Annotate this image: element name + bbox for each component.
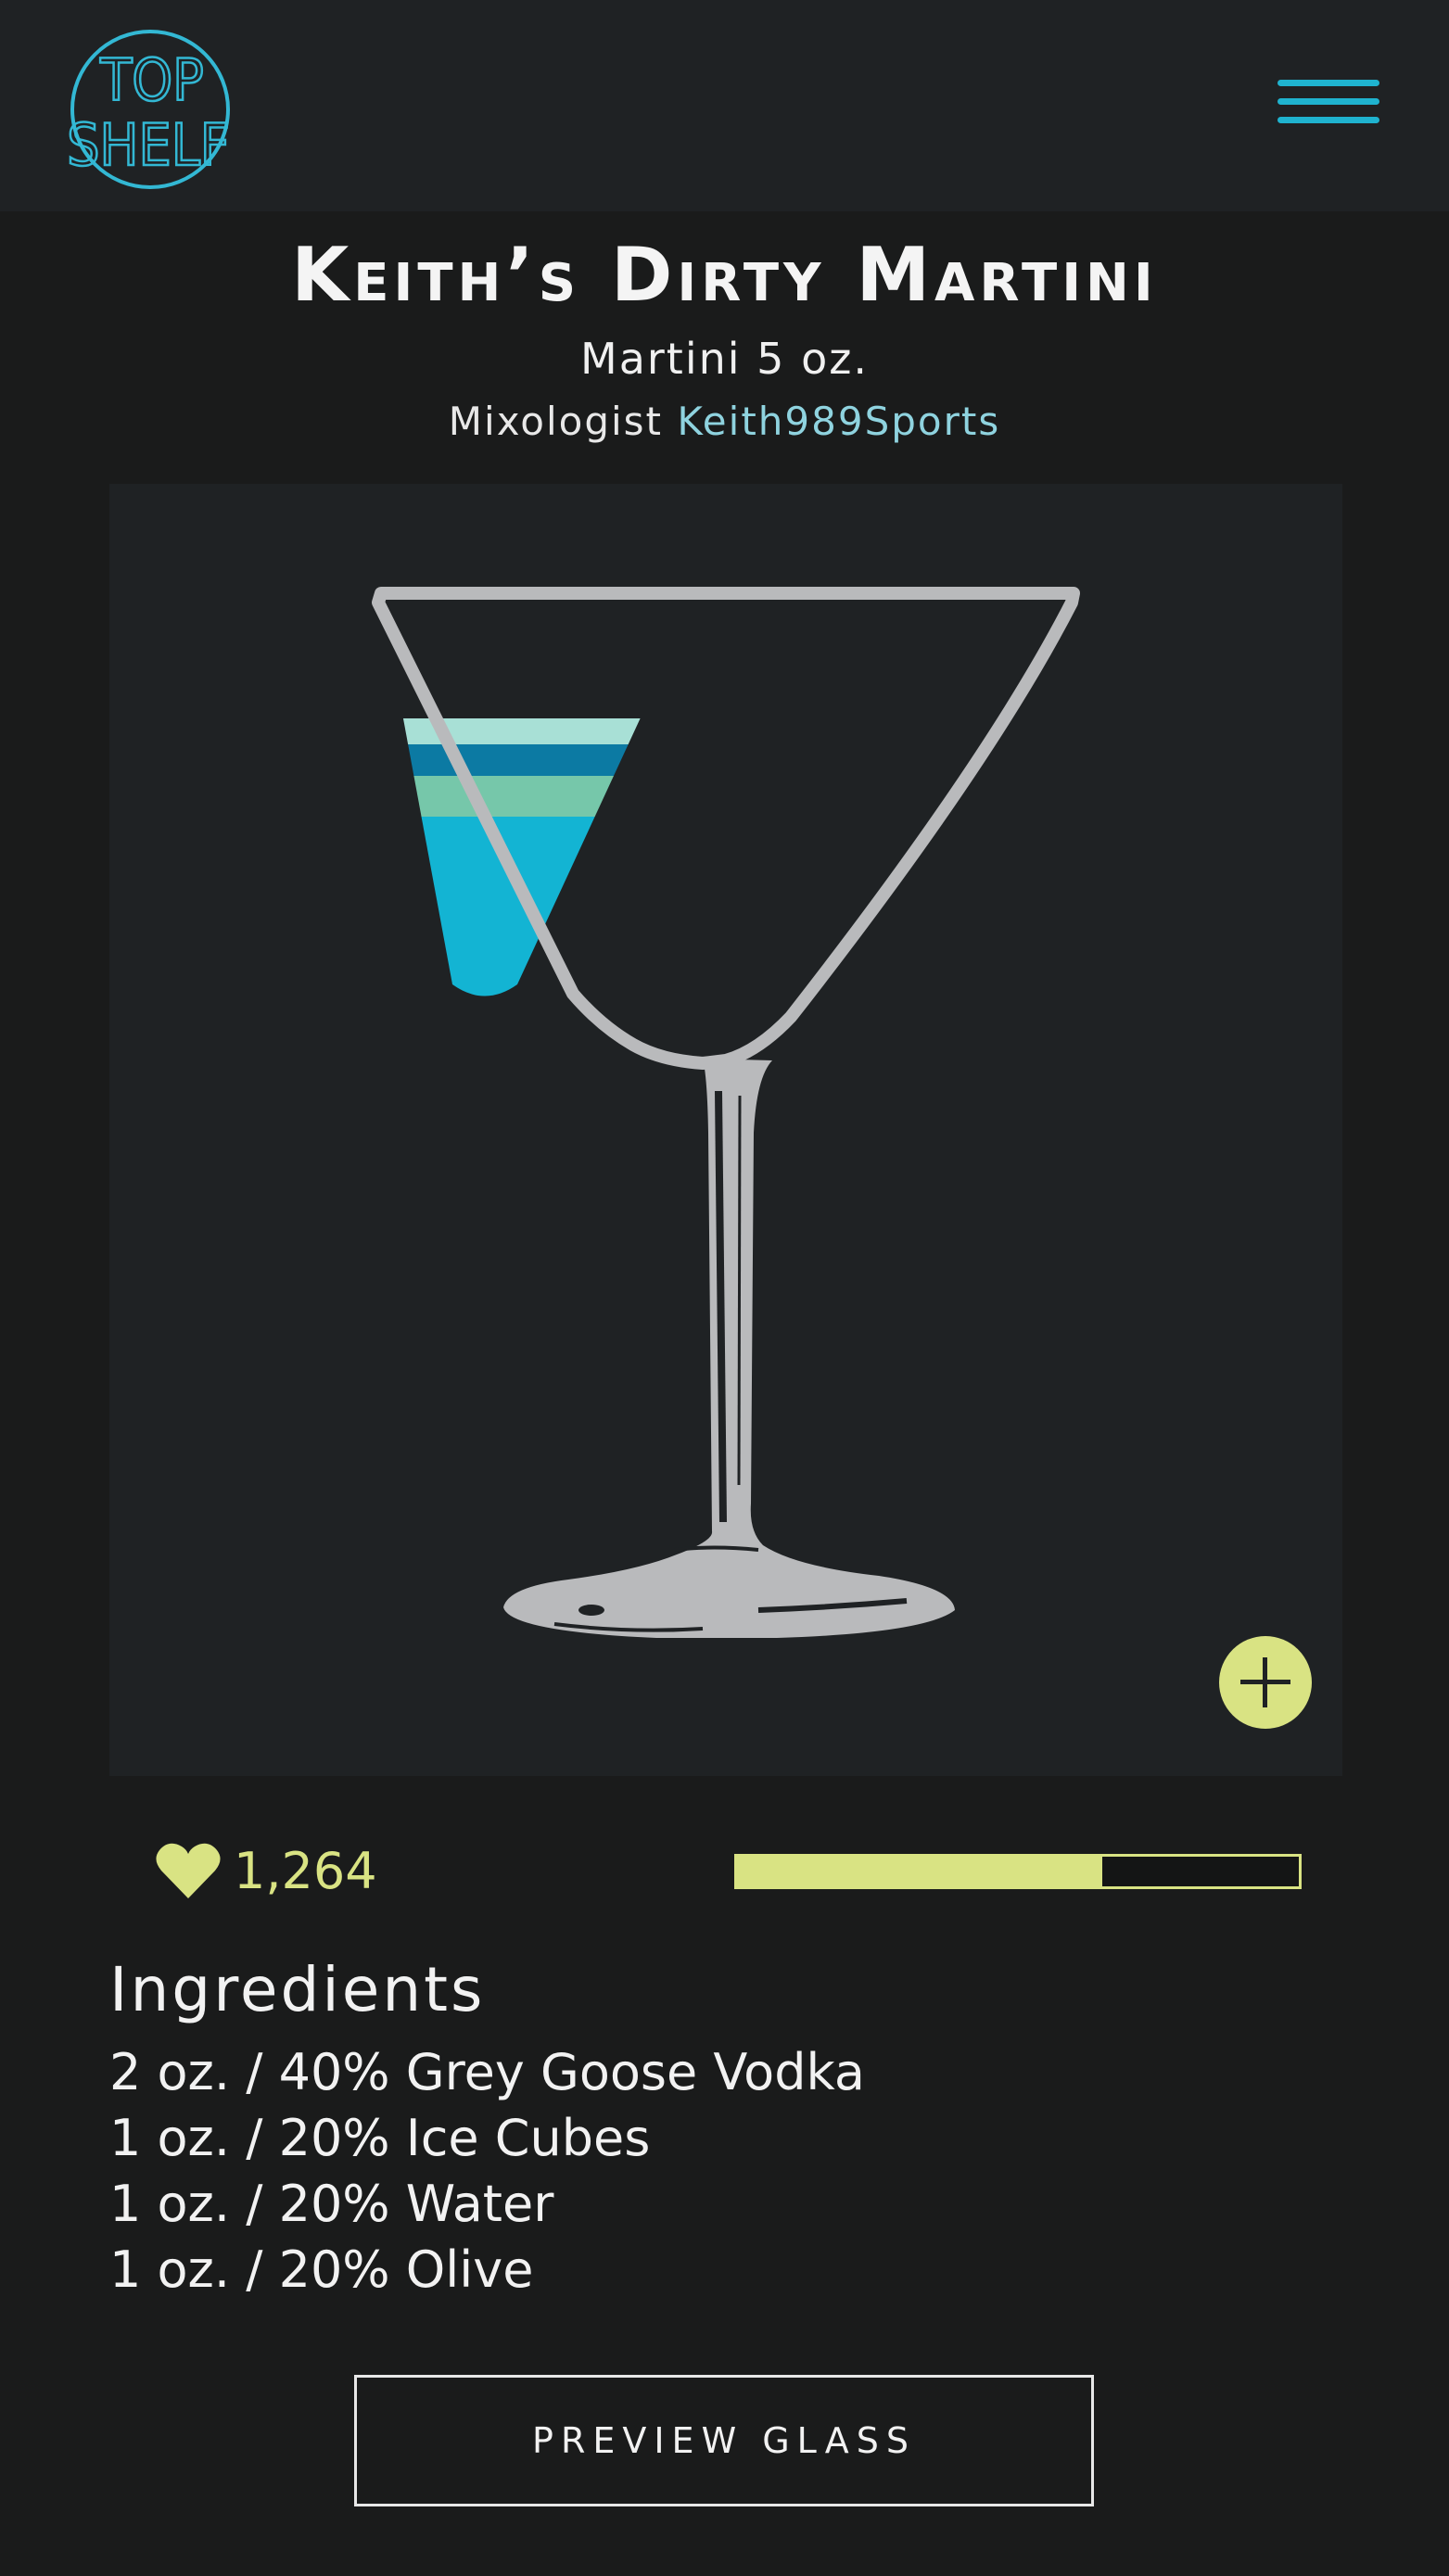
martini-glass-illustration xyxy=(372,587,1080,1638)
rating-bar xyxy=(734,1854,1302,1889)
ingredient-item: 1 oz. / 20% Olive xyxy=(109,2240,534,2299)
top-shelf-logo[interactable]: TOP SHELF xyxy=(69,28,232,191)
mixologist-label: Mixologist xyxy=(448,399,663,444)
rating-bar-fill xyxy=(737,1857,1102,1886)
ingredients-list: 2 oz. / 40% Grey Goose Vodka 1 oz. / 20%… xyxy=(109,2039,865,2303)
ingredient-item: 1 oz. / 20% Ice Cubes xyxy=(109,2109,651,2167)
ingredients-heading: Ingredients xyxy=(109,1954,486,2025)
likes-group: 1,264 xyxy=(156,1838,377,1903)
svg-text:SHELF: SHELF xyxy=(69,111,230,179)
like-count: 1,264 xyxy=(234,1841,377,1900)
drink-title: Keith’s Dirty Martini xyxy=(291,232,1158,318)
heart-icon[interactable] xyxy=(156,1841,221,1900)
mixologist-line: Mixologist Keith989Sports xyxy=(0,399,1449,444)
add-to-favorites-button[interactable] xyxy=(1219,1636,1312,1729)
ingredient-item: 1 oz. / 20% Water xyxy=(109,2175,554,2233)
hamburger-menu-icon[interactable] xyxy=(1277,76,1379,132)
mixologist-link[interactable]: Keith989Sports xyxy=(677,399,1000,444)
ingredient-item: 2 oz. / 40% Grey Goose Vodka xyxy=(109,2043,865,2101)
app-header: TOP SHELF xyxy=(0,0,1449,211)
drink-subtitle: Martini 5 oz. xyxy=(580,334,869,384)
glass-preview-panel xyxy=(109,484,1342,1776)
preview-glass-button[interactable]: PREVIEW GLASS xyxy=(354,2375,1094,2506)
svg-text:TOP: TOP xyxy=(99,46,204,114)
